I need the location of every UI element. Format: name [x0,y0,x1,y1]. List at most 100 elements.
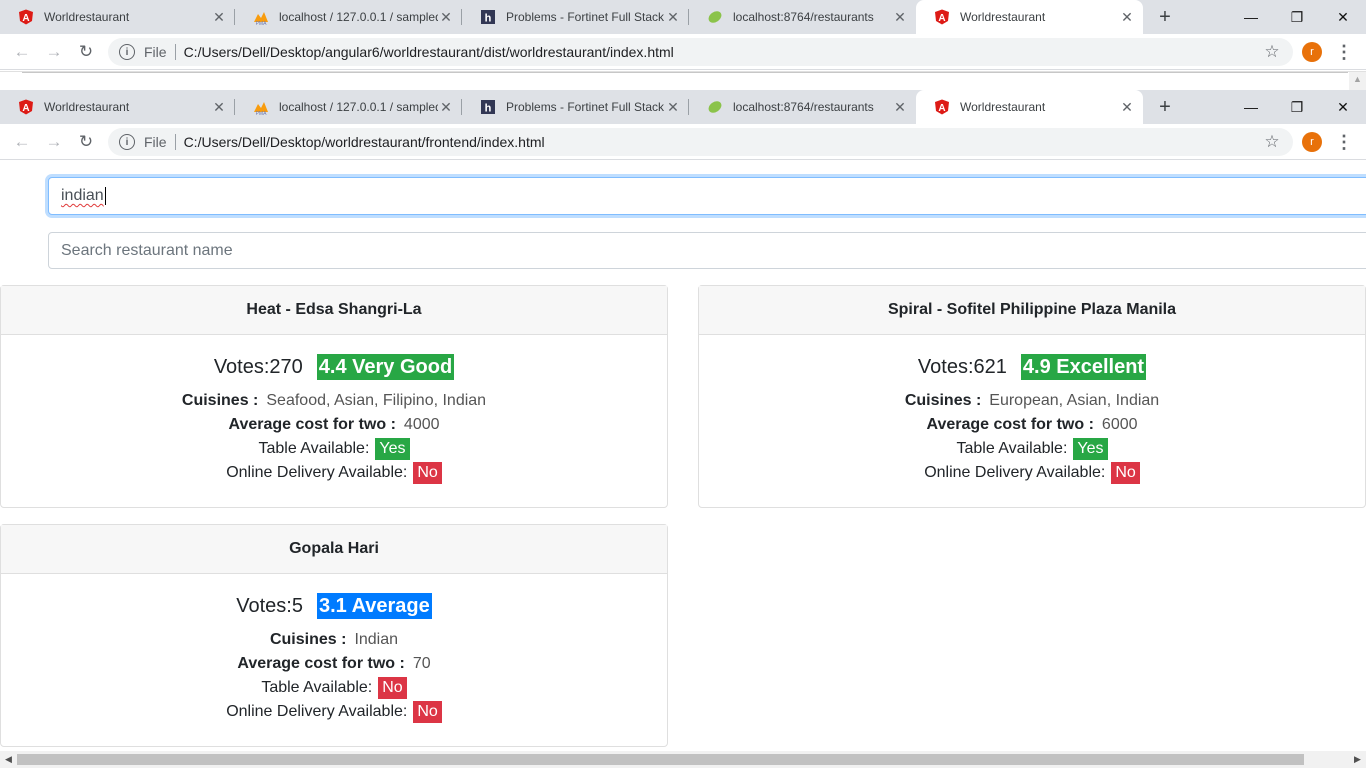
back-arrow-icon[interactable]: ← [10,130,34,154]
table-available-badge: No [378,677,407,699]
restaurant-name: Heat - Edsa Shangri-La [1,286,667,335]
tab-phpmyadmin[interactable]: PMA localhost / 127.0.0.1 / sampled ✕ [235,0,462,34]
restaurant-name: Gopala Hari [1,525,667,574]
cuisines-value: Seafood, Asian, Filipino, Indian [266,392,487,409]
angular-icon: A [18,9,34,25]
close-icon[interactable]: ✕ [211,9,227,26]
url-text[interactable]: C:/Users/Dell/Desktop/worldrestaurant/fr… [184,134,545,150]
new-tab-button[interactable]: + [1151,0,1179,34]
close-icon[interactable]: ✕ [1119,9,1135,26]
info-icon[interactable]: i [119,44,135,60]
table-available-badge: Yes [375,438,410,460]
back-arrow-icon[interactable]: ← [10,40,34,64]
restaurant-card: Gopala Hari Votes:5 3.1 Average Cuisines… [0,524,668,747]
url-text[interactable]: C:/Users/Dell/Desktop/angular6/worldrest… [184,44,674,60]
restore-button[interactable]: ❐ [1274,0,1320,34]
close-icon[interactable]: ✕ [438,99,454,116]
new-tab-button[interactable]: + [1151,90,1179,124]
kebab-menu-icon[interactable]: ⋮ [1334,40,1354,64]
address-bar[interactable]: i File C:/Users/Dell/Desktop/angular6/wo… [108,38,1293,66]
close-icon[interactable]: ✕ [665,99,681,116]
address-bar[interactable]: i File C:/Users/Dell/Desktop/worldrestau… [108,128,1293,156]
restore-button[interactable]: ❐ [1274,90,1320,124]
table-available-badge: Yes [1073,438,1108,460]
browser-toolbar: ← → ↻ i File C:/Users/Dell/Desktop/angul… [0,34,1366,70]
profile-avatar[interactable]: r [1302,132,1322,152]
phpmyadmin-icon: PMA [253,9,269,27]
svg-text:h: h [485,103,492,115]
forward-arrow-icon[interactable]: → [42,130,66,154]
restaurant-name-search-input[interactable]: Search restaurant name [48,232,1366,269]
cuisine-search-input[interactable]: indian [48,177,1366,215]
hackerearth-icon: h [480,99,496,115]
close-icon[interactable]: ✕ [892,99,908,116]
svg-text:A: A [938,103,945,114]
window-close-button[interactable]: ✕ [1320,0,1366,34]
rating-badge: 4.4 Very Good [316,354,455,380]
tab-worldrestaurant-active[interactable]: A Worldrestaurant ✕ [916,90,1143,124]
hackerearth-icon: h [480,9,496,25]
cuisines-value: European, Asian, Indian [989,392,1160,409]
online-delivery-badge: No [1111,462,1140,484]
minimize-button[interactable]: — [1228,0,1274,34]
profile-avatar[interactable]: r [1302,42,1322,62]
online-delivery-badge: No [413,701,442,723]
close-icon[interactable]: ✕ [1119,99,1135,116]
angular-icon: A [18,99,34,115]
page-content: indian Search restaurant name Heat - Eds… [0,161,1366,751]
tab-strip: A Worldrestaurant ✕ PMA localhost / 127.… [0,0,1366,34]
tab-worldrestaurant[interactable]: A Worldrestaurant ✕ [0,0,235,34]
avg-cost-value: 70 [412,655,431,672]
angular-icon: A [934,9,950,25]
tab-localhost-restaurants[interactable]: localhost:8764/restaurants ✕ [689,90,916,124]
restaurant-name: Spiral - Sofitel Philippine Plaza Manila [699,286,1365,335]
close-icon[interactable]: ✕ [438,9,454,26]
avg-cost-value: 6000 [1101,416,1138,433]
tab-phpmyadmin[interactable]: PMA localhost / 127.0.0.1 / sampled ✕ [235,90,462,124]
restaurant-card: Heat - Edsa Shangri-La Votes:270 4.4 Ver… [0,285,668,508]
close-icon[interactable]: ✕ [211,99,227,116]
browser-toolbar: ← → ↻ i File C:/Users/Dell/Desktop/world… [0,124,1366,160]
angular-icon: A [934,99,950,115]
phpmyadmin-icon: PMA [253,99,269,117]
back-browser-window: A Worldrestaurant ✕ PMA localhost / 127.… [0,0,1366,70]
spring-leaf-icon [707,9,723,25]
avg-cost-value: 4000 [403,416,440,433]
scroll-right-arrow-icon[interactable]: ▶ [1349,751,1366,768]
rating-badge: 3.1 Average [316,593,432,619]
back-page-content-strip: ▲ [0,71,1366,91]
votes-count: Votes:621 [917,355,1007,378]
bookmark-star-icon[interactable]: ☆ [1260,40,1284,64]
restaurant-card: Spiral - Sofitel Philippine Plaza Manila… [698,285,1366,508]
tab-hackerearth[interactable]: h Problems - Fortinet Full Stack ✕ [462,90,689,124]
minimize-button[interactable]: — [1228,90,1274,124]
close-icon[interactable]: ✕ [665,9,681,26]
svg-text:A: A [22,13,29,24]
info-icon[interactable]: i [119,134,135,150]
tab-localhost-restaurants[interactable]: localhost:8764/restaurants ✕ [689,0,916,34]
tab-hackerearth[interactable]: h Problems - Fortinet Full Stack ✕ [462,0,689,34]
tab-strip: A Worldrestaurant ✕ PMA localhost / 127.… [0,90,1366,124]
front-browser-window: A Worldrestaurant ✕ PMA localhost / 127.… [0,90,1366,160]
cuisines-value: Indian [354,631,399,648]
horizontal-scrollbar[interactable]: ◀ ▶ [0,751,1366,768]
reload-icon[interactable]: ↻ [74,130,98,154]
kebab-menu-icon[interactable]: ⋮ [1334,130,1354,154]
online-delivery-badge: No [413,462,442,484]
svg-text:h: h [485,13,492,25]
spring-leaf-icon [707,99,723,115]
svg-text:A: A [22,103,29,114]
forward-arrow-icon[interactable]: → [42,40,66,64]
scrollbar-thumb[interactable] [17,754,1304,765]
close-icon[interactable]: ✕ [892,9,908,26]
scroll-left-arrow-icon[interactable]: ◀ [0,751,17,768]
svg-text:PMA: PMA [256,21,268,25]
bookmark-star-icon[interactable]: ☆ [1260,130,1284,154]
scroll-up-arrow-icon[interactable]: ▲ [1349,72,1366,91]
rating-badge: 4.9 Excellent [1020,354,1147,380]
tab-worldrestaurant[interactable]: A Worldrestaurant ✕ [0,90,235,124]
votes-count: Votes:5 [236,594,303,617]
window-close-button[interactable]: ✕ [1320,90,1366,124]
reload-icon[interactable]: ↻ [74,40,98,64]
tab-worldrestaurant-active[interactable]: A Worldrestaurant ✕ [916,0,1143,34]
